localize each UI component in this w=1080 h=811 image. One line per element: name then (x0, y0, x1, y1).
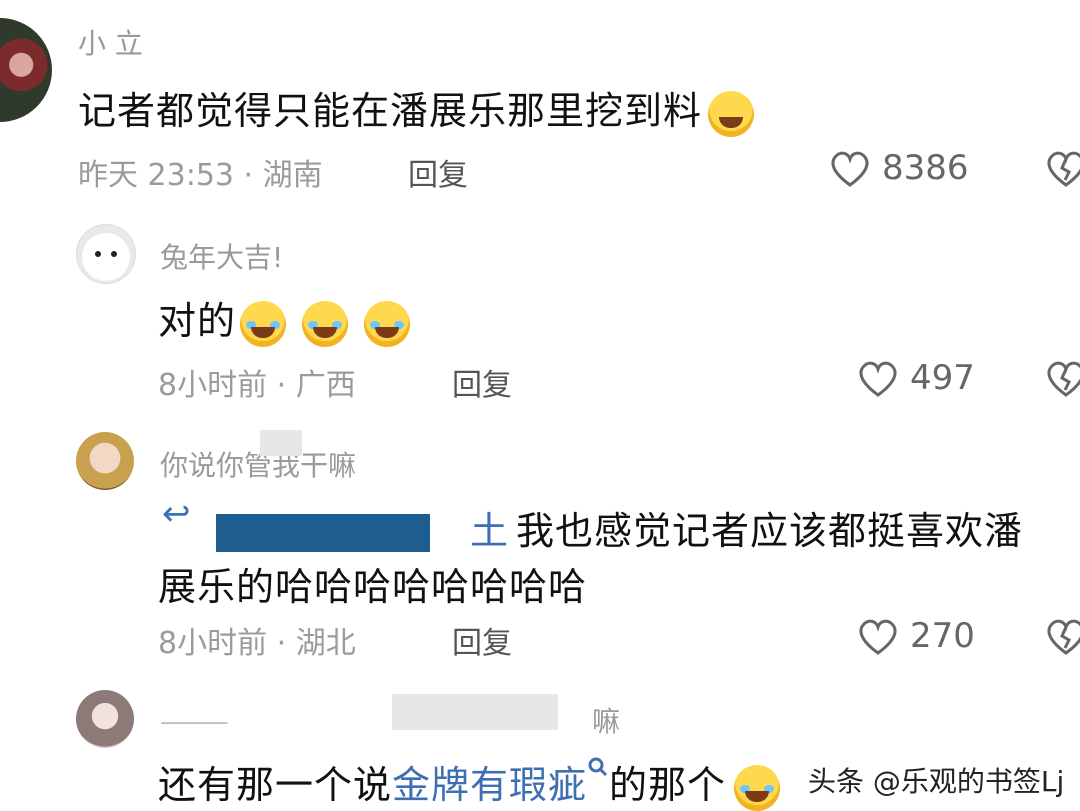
laughing-crying-emoji-icon (302, 300, 349, 347)
comment-text-content: 对的 (158, 299, 237, 343)
comment-meta: 昨天 23:53 · 湖南 (78, 158, 323, 193)
heart-icon[interactable] (856, 616, 900, 656)
comment-meta: 8小时前 · 广西 (158, 368, 356, 403)
search-icon[interactable] (587, 756, 609, 778)
heart-icon[interactable] (856, 358, 900, 398)
laughing-crying-emoji-icon (240, 300, 287, 347)
username[interactable]: 兔年大吉! (160, 236, 283, 276)
username[interactable]: 小 立 (78, 22, 143, 62)
comment-text-suffix: 的那个 (609, 763, 727, 807)
redacted-block (260, 430, 302, 456)
comment-text: 我也感觉记者应该都挺喜欢潘 (516, 509, 1024, 553)
reply-button[interactable]: 回复 (452, 360, 512, 404)
heart-icon[interactable] (828, 148, 872, 188)
comment-text-content: 记者都觉得只能在潘展乐那里挖到料 (78, 89, 703, 133)
comment-meta: 8小时前 · 湖北 (158, 626, 356, 661)
redacted-block (392, 694, 558, 730)
avatar[interactable] (76, 690, 134, 748)
smirk-emoji-icon (708, 90, 755, 137)
comment-text: 还有那一个说金牌有瑕疵 的那个 (158, 754, 781, 811)
avatar[interactable] (76, 224, 136, 284)
like-count: 270 (910, 616, 975, 656)
mention-link-tail[interactable]: 土 (470, 500, 509, 555)
username[interactable]: 你说你管我干嘛 (160, 444, 356, 484)
laughing-crying-emoji-icon (364, 300, 411, 347)
watermark: 头条 @乐观的书签Lj (808, 765, 1065, 798)
comment-text: 记者都觉得只能在潘展乐那里挖到料 (78, 80, 755, 137)
like-count: 497 (910, 358, 975, 398)
dislike-icon[interactable] (1044, 358, 1080, 398)
comment-text-line2: 展乐的哈哈哈哈哈哈哈哈 (158, 565, 588, 609)
redacted-mention (216, 514, 430, 552)
comment-text: 对的 (158, 290, 411, 347)
laughing-crying-emoji-icon (734, 764, 781, 811)
reply-button[interactable]: 回复 (408, 150, 468, 194)
reply-button[interactable]: 回复 (452, 618, 512, 662)
username-partial[interactable]: ⸻ (160, 700, 229, 740)
dislike-icon[interactable] (1044, 148, 1080, 188)
mention-link[interactable]: ↩ (162, 494, 191, 534)
username-suffix[interactable]: 嘛 (592, 700, 620, 740)
avatar[interactable] (76, 432, 134, 490)
avatar[interactable] (0, 18, 52, 122)
like-count: 8386 (882, 148, 969, 188)
search-link[interactable]: 金牌有瑕疵 (392, 763, 587, 807)
comment-text-prefix: 还有那一个说 (158, 763, 393, 807)
dislike-icon[interactable] (1044, 616, 1080, 656)
